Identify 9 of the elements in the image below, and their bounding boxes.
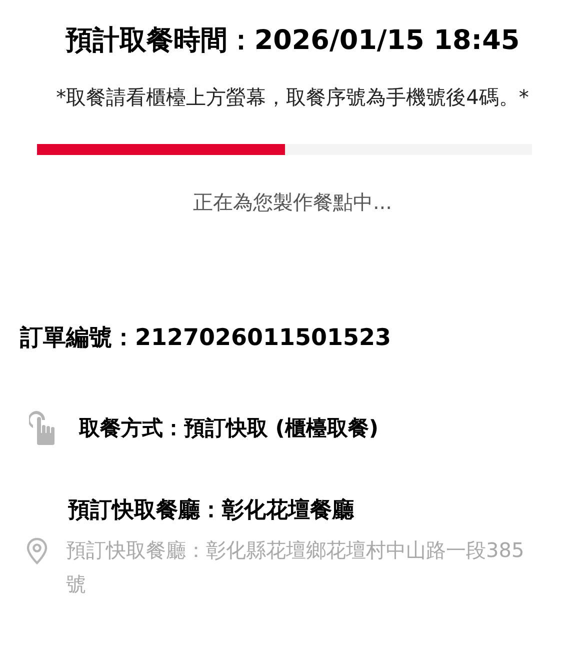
location-pin-icon [26, 537, 48, 565]
restaurant-address: 預訂快取餐廳：彰化縣花壇鄉花壇村中山路一段385號 [66, 537, 526, 598]
restaurant-name: 預訂快取餐廳：彰化花壇餐廳 [68, 496, 355, 525]
pickup-method: 取餐方式：預訂快取 (櫃檯取餐) [79, 415, 379, 442]
pickup-time: 預計取餐時間：2026/01/15 18:45 [64, 24, 521, 58]
pickup-note: *取餐請看櫃檯上方螢幕，取餐序號為手機號後4碼。* [55, 84, 530, 111]
status-text: 正在為您製作餐點中... [192, 189, 394, 216]
hand-tap-icon [29, 411, 55, 445]
order-number: 訂單編號：2127026011501523 [20, 324, 392, 353]
